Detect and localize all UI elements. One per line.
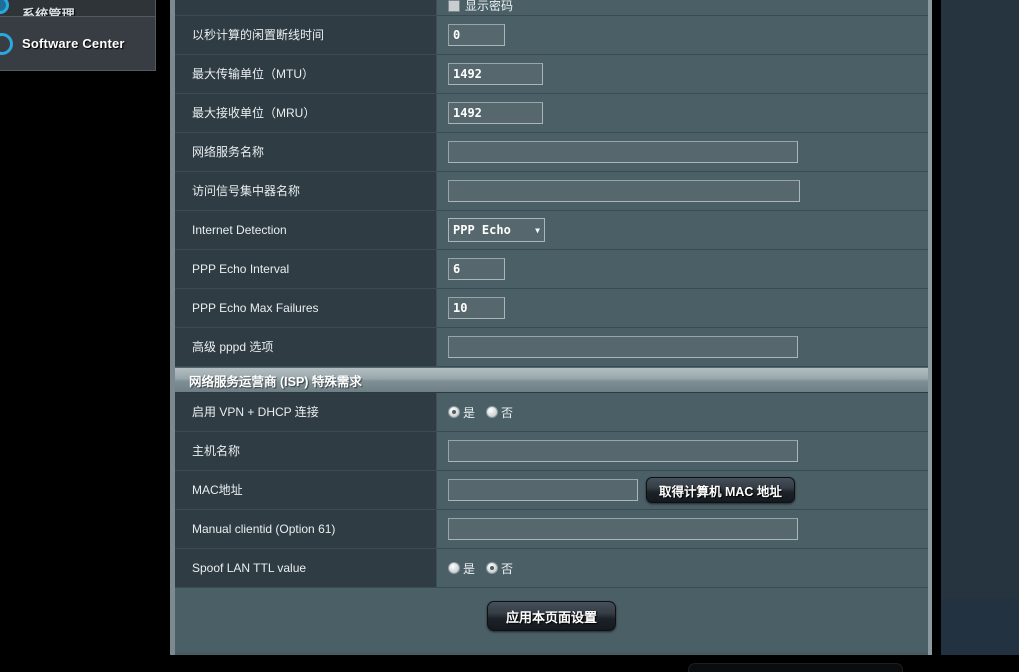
mru-input[interactable] [448, 102, 543, 124]
desktop-backdrop-lower [941, 599, 1019, 655]
enable-vpn-dhcp-radio-group: 是 否 [448, 404, 513, 421]
row-value: 取得计算机 MAC 地址 [437, 471, 928, 509]
row-label: 网络服务名称 [175, 133, 437, 171]
sidebar-item-system-admin[interactable]: 系统管理 [0, 0, 155, 17]
idle-disconnect-time-input[interactable] [448, 24, 505, 46]
ppp-echo-max-failures-input[interactable] [448, 297, 505, 319]
apply-page-settings-button[interactable]: 应用本页面设置 [486, 601, 616, 631]
row-label: 访问信号集中器名称 [175, 172, 437, 210]
internet-detection-select[interactable]: PPP Echo ▼ [448, 218, 545, 242]
row-value [437, 328, 928, 366]
spoof-lan-ttl-radio-group: 是 否 [448, 560, 513, 577]
table-row: Spoof LAN TTL value 是 否 [175, 549, 928, 588]
get-computer-mac-button[interactable]: 取得计算机 MAC 地址 [646, 477, 795, 503]
panel-footer [175, 644, 928, 652]
row-label: 高级 pppd 选项 [175, 328, 437, 366]
table-row: 高级 pppd 选项 [175, 328, 928, 367]
row-value [437, 133, 928, 171]
host-name-input[interactable] [448, 440, 798, 462]
bottom-partial-panel [688, 663, 903, 672]
row-label: 最大传输单位（MTU） [175, 55, 437, 93]
row-label: 启用 VPN + DHCP 连接 [175, 393, 437, 431]
radio-label: 否 [501, 561, 514, 576]
row-label [175, 0, 437, 15]
table-row: Manual clientid (Option 61) [175, 510, 928, 549]
desktop-backdrop [941, 0, 1019, 655]
row-label: PPP Echo Interval [175, 250, 437, 288]
table-row: Internet Detection PPP Echo ▼ [175, 211, 928, 250]
circle-icon [0, 32, 13, 55]
radio-icon[interactable] [486, 562, 499, 574]
radio-option-yes[interactable]: 是 [448, 560, 475, 577]
table-row: 启用 VPN + DHCP 连接 是 否 [175, 393, 928, 432]
manual-clientid-input[interactable] [448, 518, 798, 540]
row-value: 是 否 [437, 549, 928, 587]
table-row: 显示密码 [175, 0, 928, 16]
row-label: MAC地址 [175, 471, 437, 509]
row-value [437, 289, 928, 327]
row-value [437, 55, 928, 93]
service-name-input[interactable] [448, 141, 798, 163]
row-value [437, 510, 928, 548]
row-value: 显示密码 [437, 0, 928, 15]
sidebar-item-label: 系统管理 [22, 7, 75, 17]
chevron-down-icon: ▼ [535, 225, 540, 235]
show-password-label: 显示密码 [465, 0, 514, 13]
row-value: PPP Echo ▼ [437, 211, 928, 249]
row-value [437, 16, 928, 54]
radio-label: 是 [463, 405, 476, 420]
radio-icon[interactable] [486, 406, 499, 418]
internet-detection-value: PPP Echo [453, 223, 511, 237]
radio-label: 是 [463, 561, 476, 576]
table-row: PPP Echo Interval [175, 250, 928, 289]
row-value [437, 432, 928, 470]
apply-bar: 应用本页面设置 [175, 588, 928, 644]
sidebar-item-software-center[interactable]: Software Center [0, 17, 155, 70]
radio-option-no[interactable]: 否 [486, 404, 513, 421]
settings-panel: 显示密码 以秒计算的闲置断线时间 最大传输单位（MTU） 最大接收单位（MRU） [170, 0, 932, 655]
row-label: Manual clientid (Option 61) [175, 510, 437, 548]
table-row: 访问信号集中器名称 [175, 172, 928, 211]
sidebar: 系统管理 Software Center [0, 0, 156, 71]
mtu-input[interactable] [448, 63, 543, 85]
checkbox-icon[interactable] [448, 0, 460, 12]
table-row: 最大传输单位（MTU） [175, 55, 928, 94]
row-label: 最大接收单位（MRU） [175, 94, 437, 132]
sidebar-item-label: Software Center [22, 36, 125, 51]
row-label: PPP Echo Max Failures [175, 289, 437, 327]
screen: 系统管理 Software Center 显示密码 以秒计算的闲置断线时间 0 … [0, 0, 1019, 672]
row-label: 主机名称 [175, 432, 437, 470]
table-row: 网络服务名称 [175, 133, 928, 172]
table-row: 以秒计算的闲置断线时间 [175, 16, 928, 55]
table-row: 主机名称 [175, 432, 928, 471]
radio-label: 否 [501, 405, 514, 420]
section-header-isp: 网络服务运营商 (ISP) 特殊需求 [175, 367, 928, 393]
row-value [437, 250, 928, 288]
row-label: Spoof LAN TTL value [175, 549, 437, 587]
show-password-checkbox-wrap[interactable]: 显示密码 [448, 0, 513, 14]
advanced-pppd-options-input[interactable] [448, 336, 798, 358]
circle-icon [0, 0, 9, 14]
access-concentrator-name-input[interactable] [448, 180, 800, 202]
ppp-echo-interval-input[interactable] [448, 258, 505, 280]
radio-icon[interactable] [448, 562, 460, 574]
table-row: PPP Echo Max Failures [175, 289, 928, 328]
radio-icon[interactable] [448, 406, 460, 418]
radio-option-yes[interactable]: 是 [448, 404, 475, 421]
mac-address-input[interactable] [448, 479, 638, 501]
row-value [437, 172, 928, 210]
row-label: 以秒计算的闲置断线时间 [175, 16, 437, 54]
row-value [437, 94, 928, 132]
radio-option-no[interactable]: 否 [486, 560, 513, 577]
row-label: Internet Detection [175, 211, 437, 249]
table-row: MAC地址 取得计算机 MAC 地址 [175, 471, 928, 510]
row-value: 是 否 [437, 393, 928, 431]
table-row: 最大接收单位（MRU） [175, 94, 928, 133]
